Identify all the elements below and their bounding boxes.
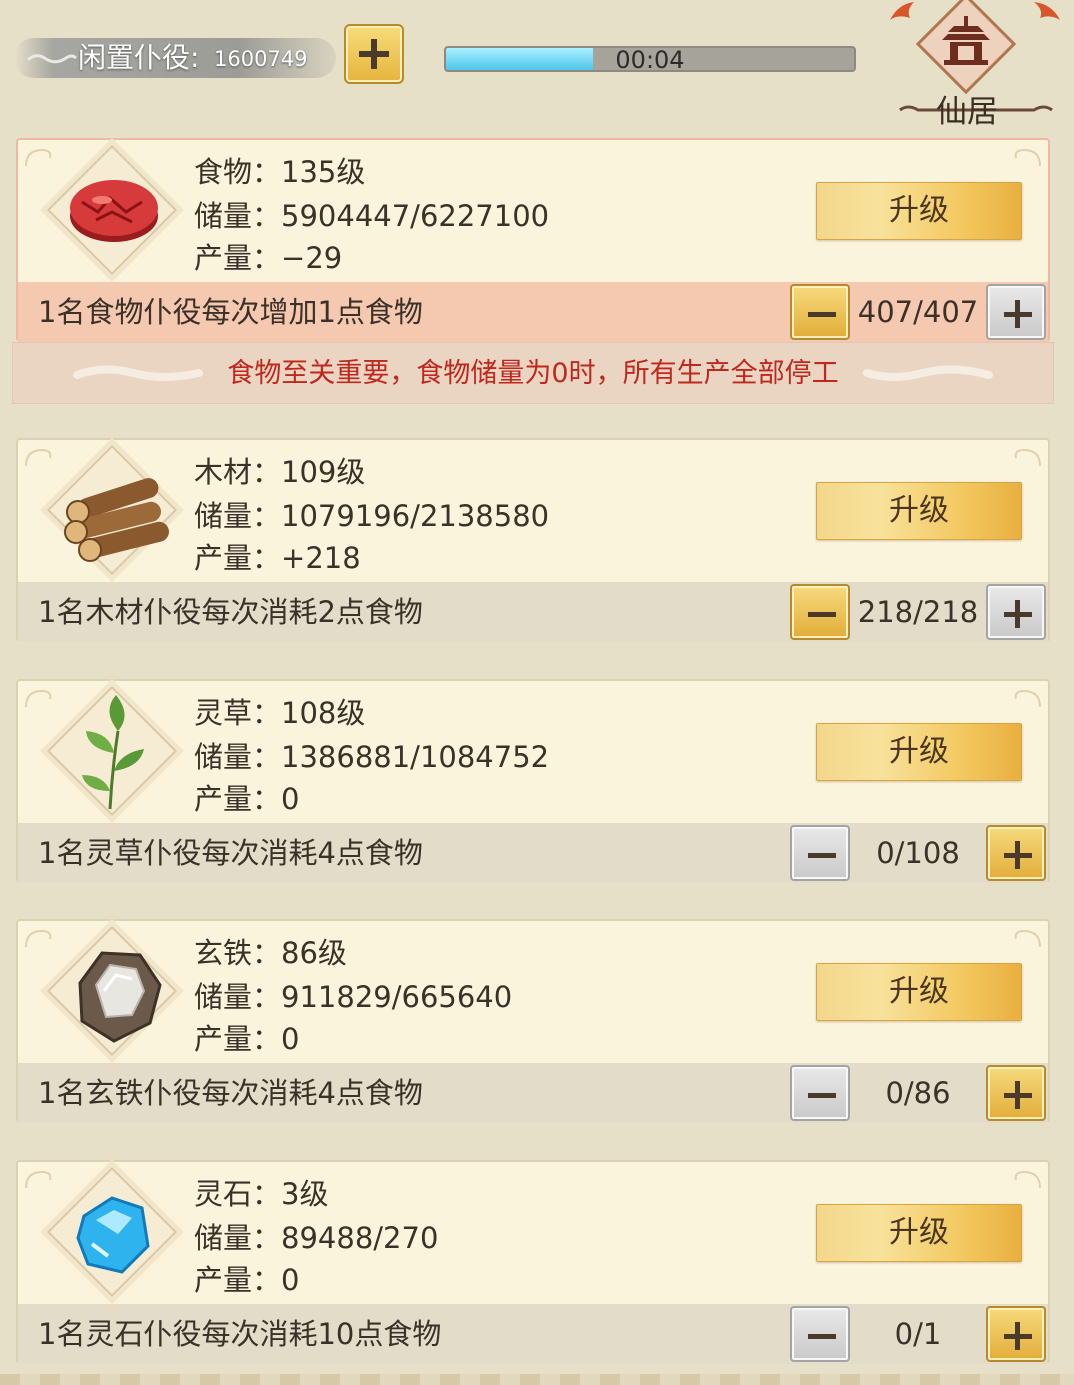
cloud-swirl-icon [26,54,78,64]
corner-ornament-icon [1014,1170,1041,1189]
upgrade-spirit-stone-button[interactable]: 升级 [816,1204,1022,1262]
herb-increase-button[interactable] [986,825,1046,881]
corner-ornament-icon [1014,689,1041,708]
spirit-stone-icon [76,1196,150,1274]
minus-icon [808,1093,836,1098]
spirit-stone-worker-count: 0/1 [894,1317,942,1351]
upgrade-herb-button[interactable]: 升级 [816,723,1022,781]
resource-card-food: 食物：135级 储量：5904447/6227100 产量：−29 升级 1名食… [16,138,1050,342]
wood-decrease-button[interactable] [790,584,850,640]
herb-storage: 储量：1386881/1084752 [194,740,550,774]
corner-ornament-icon [1014,148,1041,167]
food-warning-banner: 食物至关重要，食物储量为0时，所有生产全部停工 [12,342,1054,404]
wood-logs-icon [64,478,169,562]
corner-ornament-icon [1014,929,1041,948]
iron-icon-frame [46,925,178,1057]
iron-increase-button[interactable] [986,1065,1046,1121]
minus-icon [808,612,836,617]
minus-icon [808,312,836,317]
resource-card-herb: 灵草：108级 储量：1386881/1084752 产量：0 升级 1名灵草仆… [16,679,1050,883]
timer-text: 00:04 [615,46,685,72]
meat-icon [70,180,158,242]
herb-output: 产量：0 [194,782,300,816]
wood-level: 木材：109级 [194,455,366,489]
minus-icon [808,853,836,858]
worker-timer-bar: 00:04 [444,46,856,72]
spirit-stone-decrease-button[interactable] [790,1306,850,1362]
resource-card-wood: 木材：109级 储量：1079196/2138580 产量：+218 升级 1名… [16,438,1050,642]
food-worker-count: 407/407 [857,295,979,329]
iron-output: 产量：0 [194,1022,300,1056]
food-output: 产量：−29 [194,241,343,275]
add-workers-button[interactable] [344,24,404,84]
iron-worker-count: 0/86 [885,1076,951,1110]
bottom-border-decoration [0,1374,1074,1385]
upgrade-food-button[interactable]: 升级 [816,182,1022,240]
idle-workers-label: 闲置仆役: [78,41,200,74]
minus-icon [808,1334,836,1339]
food-icon-frame [46,144,178,276]
spirit-stone-worker-bar: 1名灵石仆役每次消耗10点食物 0/1 [18,1304,1048,1364]
iron-level: 玄铁：86级 [194,936,347,970]
spirit-stone-storage: 储量：89488/270 [194,1221,439,1255]
spirit-stone-level: 灵石：3级 [194,1177,329,1211]
herb-worker-count: 0/108 [876,836,960,870]
herb-worker-bar: 1名灵草仆役每次消耗4点食物 0/108 [18,823,1048,883]
wood-worker-count: 218/218 [857,595,979,629]
food-level: 食物：135级 [194,155,366,189]
resource-card-iron: 玄铁：86级 储量：911829/665640 产量：0 升级 1名玄铁仆役每次… [16,919,1050,1123]
wood-icon-frame [46,444,178,576]
corner-ornament-icon [25,689,52,708]
corner-ornament-icon [1014,448,1041,467]
herb-icon [82,695,144,810]
corner-ornament-icon [25,448,52,467]
wood-output: 产量：+218 [194,541,361,575]
corner-ornament-icon [25,148,52,167]
herb-decrease-button[interactable] [790,825,850,881]
idle-workers-count: 1600749 [214,47,308,71]
iron-ore-icon [78,951,162,1043]
herb-worker-description: 1名灵草仆役每次消耗4点食物 [38,836,423,870]
upgrade-wood-button[interactable]: 升级 [816,482,1022,540]
herb-icon-frame [46,685,178,817]
warning-text: 食物至关重要，食物储量为0时，所有生产全部停工 [227,358,839,389]
food-storage: 储量：5904447/6227100 [194,199,550,233]
corner-ornament-icon [25,929,52,948]
wood-increase-button[interactable] [986,584,1046,640]
food-decrease-button[interactable] [790,284,850,340]
iron-worker-description: 1名玄铁仆役每次消耗4点食物 [38,1076,423,1110]
wood-storage: 储量：1079196/2138580 [194,499,550,533]
home-label: 仙居 [936,94,998,130]
top-bar: 闲置仆役: 1600749 00:04 仙居 [0,0,1074,130]
corner-ornament-icon [25,1170,52,1189]
wood-worker-bar: 1名木材仆役每次消耗2点食物 218/218 [18,582,1048,642]
food-worker-bar: 1名食物仆役每次增加1点食物 407/407 [18,282,1048,342]
food-worker-description: 1名食物仆役每次增加1点食物 [38,295,423,329]
food-increase-button[interactable] [986,284,1046,340]
plus-icon [359,39,389,69]
herb-level: 灵草：108级 [194,696,366,730]
resource-card-spirit-stone: 灵石：3级 储量：89488/270 产量：0 升级 1名灵石仆役每次消耗10点… [16,1160,1050,1364]
spirit-stone-output: 产量：0 [194,1263,300,1297]
iron-decrease-button[interactable] [790,1065,850,1121]
upgrade-iron-button[interactable]: 升级 [816,963,1022,1021]
spirit-stone-worker-description: 1名灵石仆役每次消耗10点食物 [38,1317,442,1351]
wood-worker-description: 1名木材仆役每次消耗2点食物 [38,595,423,629]
iron-storage: 储量：911829/665640 [194,980,513,1014]
iron-worker-bar: 1名玄铁仆役每次消耗4点食物 0/86 [18,1063,1048,1123]
spirit-stone-icon-frame [46,1166,178,1298]
spirit-stone-increase-button[interactable] [986,1306,1046,1362]
